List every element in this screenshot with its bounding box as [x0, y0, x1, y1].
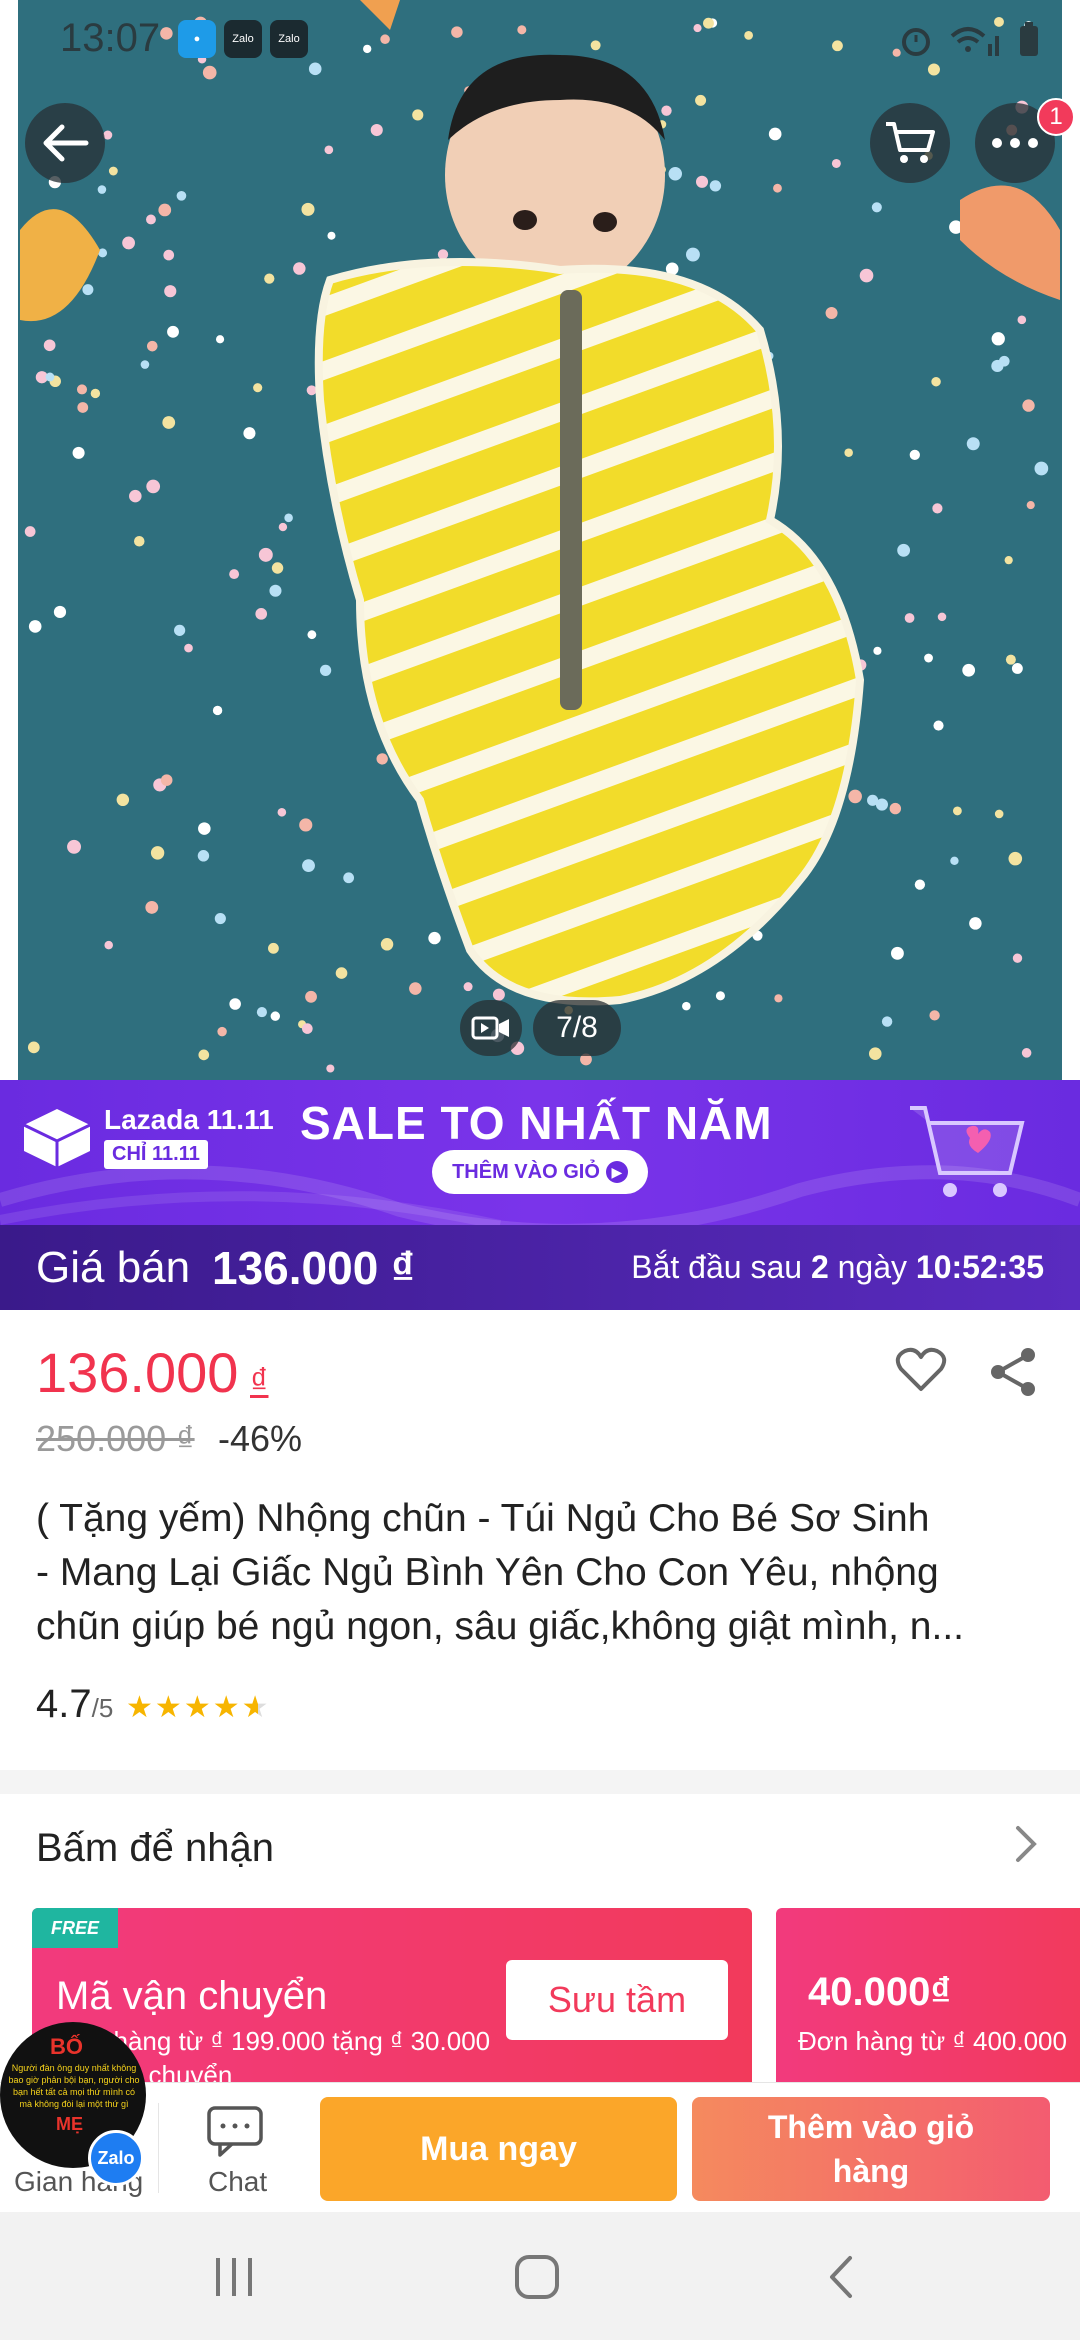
product-image-gallery[interactable]: 13:07 ● Zalo Zalo 1 7/8: [0, 0, 1080, 1080]
wishlist-heart-icon[interactable]: [895, 1347, 947, 1393]
sleep-suit: [314, 258, 865, 1006]
shopping-cart-icon: [886, 122, 935, 163]
chat-icon: [207, 2106, 263, 2157]
zalo-badge-icon[interactable]: Zalo: [88, 2130, 144, 2186]
original-price: 250.000 ₫: [36, 1418, 195, 1459]
lazada-date-chip: CHỈ 11.11: [104, 1140, 208, 1169]
battery-icon: [1020, 22, 1038, 56]
buy-now-button[interactable]: Mua ngay: [320, 2097, 677, 2201]
voucher-title: Mã vận chuyển: [56, 1974, 328, 2018]
chat-label: Chat: [208, 2166, 268, 2197]
currency-symbol: ₫: [250, 1360, 269, 1401]
flash-price-strip: Giá bán 136.000 ₫ Bắt đầu sau 2 ngày 10:…: [0, 1225, 1080, 1310]
product-title[interactable]: ( Tặng yếm) Nhộng chũn - Túi Ngủ Cho Bé …: [36, 1492, 1056, 1654]
current-price: 136.000: [36, 1341, 239, 1404]
arrow-right-icon: ▶: [605, 1161, 628, 1183]
zipper: [560, 290, 582, 710]
system-navigation-bar: [0, 2212, 1080, 2340]
status-time: 13:07: [60, 16, 161, 60]
bottom-action-bar: Gian hàng Chat Mua ngay Thêm vào giỏ hàn…: [0, 2082, 1080, 2212]
zalo-icon: Zalo: [224, 20, 262, 58]
recent-apps-icon[interactable]: [214, 2256, 254, 2298]
add-to-cart-button[interactable]: Thêm vào giỏ hàng: [692, 2097, 1050, 2201]
collect-voucher-button[interactable]: Sưu tầm: [506, 1960, 728, 2040]
discount-voucher-card[interactable]: 40.000₫ Đơn hàng từ ₫ 400.000: [776, 1908, 1080, 2088]
price-strip-price: 136.000 ₫: [212, 1242, 415, 1294]
star-icon: ★: [126, 1691, 153, 1724]
banner-cart-illustration: [910, 1106, 1025, 1197]
star-icon: ★: [154, 1691, 182, 1724]
status-bar: 13:07 ● Zalo Zalo: [0, 0, 1080, 80]
cart-button[interactable]: [870, 103, 950, 183]
arrow-left-icon: [43, 124, 89, 162]
alarm-icon: [902, 28, 930, 56]
sale-title: SALE TO NHẤT NĂM: [300, 1097, 773, 1149]
back-nav-icon[interactable]: [826, 2254, 856, 2300]
voucher-amount: 40.000₫: [808, 1970, 951, 2014]
notification-badge: 1: [1037, 98, 1075, 136]
chevron-right-icon[interactable]: [1012, 1822, 1042, 1866]
voucher-condition: Đơn hàng từ ₫ 400.000: [798, 2026, 1067, 2056]
countdown-text: Bắt đầu sau 2 ngày 10:52:35: [631, 1249, 1044, 1285]
video-icon: [471, 1016, 509, 1040]
star-half-icon: ★: [241, 1691, 269, 1724]
zalo-icon: Zalo: [270, 20, 308, 58]
section-divider: [0, 1770, 1080, 1794]
free-shipping-tag: FREE: [32, 1908, 118, 1948]
carrot-decoration: [20, 209, 100, 322]
sale-banner[interactable]: Lazada 11.11 CHỈ 11.11 SALE TO NHẤT NĂM …: [0, 1080, 1080, 1225]
lazada-brand: Lazada 11.11: [104, 1104, 274, 1135]
messenger-icon: ●: [178, 20, 216, 58]
star-icon: ★: [183, 1691, 211, 1724]
shipping-voucher-card[interactable]: FREE Mã vận chuyển Đơn hàng từ ₫ 199.000…: [32, 1908, 752, 2088]
lazada-logo-icon: [23, 1109, 91, 1167]
voucher-header[interactable]: Bấm để nhận: [36, 1826, 274, 1871]
price-strip-label: Giá bán: [36, 1243, 191, 1292]
back-button[interactable]: [25, 103, 105, 183]
rating-score[interactable]: 4.7/5: [36, 1682, 113, 1727]
rating-stars: ★ ★ ★ ★ ★: [126, 1690, 269, 1725]
carrot-decoration: [960, 185, 1060, 300]
wifi-signal-icon: [950, 27, 999, 56]
video-button[interactable]: [460, 1000, 522, 1056]
add-to-cart-banner-button[interactable]: THÊM VÀO GIỎ ▶: [432, 1150, 648, 1194]
chat-button[interactable]: Chat: [180, 2083, 292, 2213]
product-info-section: 136.000 ₫ 250.000 ₫ -46% ( Tặng yếm) Nhộ…: [0, 1310, 1080, 1770]
share-icon[interactable]: [988, 1347, 1038, 1397]
discount-percent: -46%: [218, 1418, 303, 1459]
star-icon: ★: [212, 1691, 240, 1724]
image-counter: 7/8: [533, 1000, 621, 1056]
home-icon[interactable]: [514, 2254, 560, 2300]
more-dots-icon: [992, 138, 1038, 148]
